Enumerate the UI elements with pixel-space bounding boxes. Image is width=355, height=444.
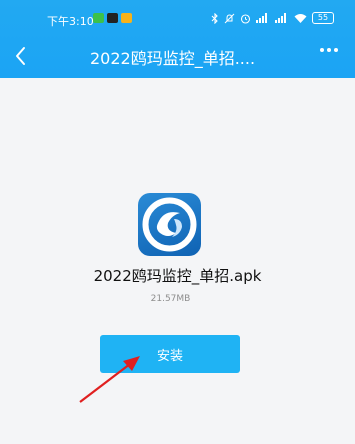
annotation-arrow-icon	[79, 356, 140, 403]
